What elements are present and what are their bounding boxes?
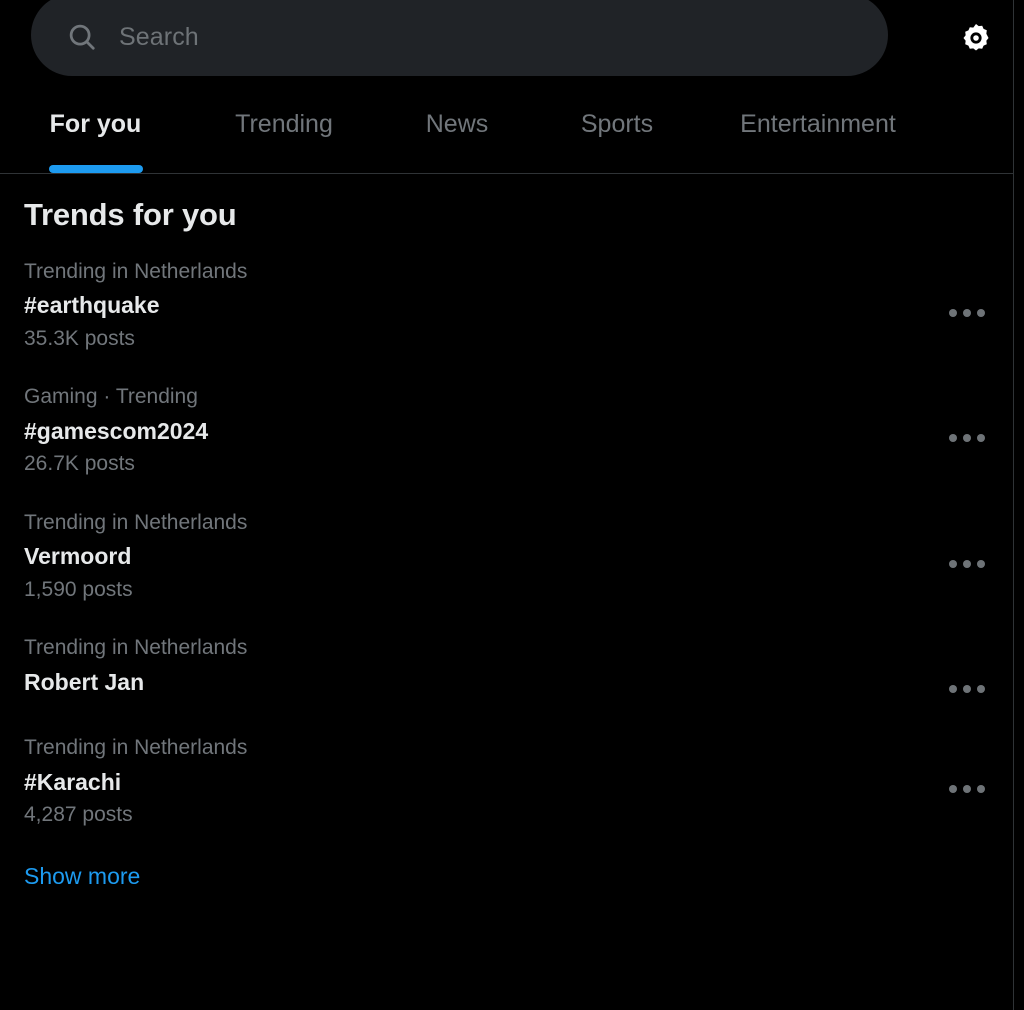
gear-icon [963, 24, 989, 51]
more-dot [977, 434, 985, 443]
more-dot [977, 685, 985, 694]
tab-label: Entertainment [740, 110, 896, 138]
more-horizontal-icon[interactable] [941, 412, 993, 464]
more-dot [949, 559, 957, 568]
more-horizontal-icon[interactable] [941, 663, 993, 715]
tab-label: Sports [580, 110, 654, 138]
trend-name: #Karachi [24, 768, 122, 795]
trend-row[interactable]: Gaming · Trending #gamescom2024 26.7K post… [0, 368, 1013, 493]
trend-context: Trending in Netherlands [24, 510, 248, 534]
tab-sports[interactable]: Sports [537, 94, 697, 173]
trend-post-count: 35.3K posts [24, 326, 135, 350]
tab-label: For you [49, 110, 142, 138]
tab-for-you[interactable]: For you [0, 94, 191, 173]
show-more-link[interactable]: Show more [0, 845, 164, 910]
trend-context: Gaming · Trending [24, 385, 198, 409]
search-header: Search [0, 0, 1013, 94]
trend-context: Trending in Netherlands [24, 260, 248, 283]
trend-name: #earthquake [24, 292, 160, 319]
more-dot [977, 559, 985, 568]
more-dot [977, 309, 985, 317]
search-input[interactable]: Search [31, 0, 888, 76]
trend-row[interactable]: Trending in Netherlands #earthquake 35.3K … [0, 243, 1013, 368]
trend-post-count: 4,287 posts [24, 803, 133, 827]
more-dot [949, 785, 957, 794]
more-dot [977, 785, 985, 794]
search-placeholder-text: Search [119, 22, 199, 51]
trends-section: Trends for you Trending in Netherlands #e… [0, 175, 1013, 910]
trend-row[interactable]: Trending in Netherlands #Karachi 4,287 pos… [0, 719, 1013, 844]
trend-post-count: 26.7K posts [24, 452, 135, 476]
more-dot [949, 309, 957, 317]
more-dot [949, 434, 957, 443]
trend-name: Robert Jan [24, 668, 145, 695]
settings-button[interactable] [950, 12, 1002, 64]
more-dot [963, 785, 971, 794]
trend-context: Trending in Netherlands [24, 636, 248, 660]
more-dot [963, 434, 971, 443]
trend-row[interactable]: Trending in Netherlands Robert Jan [0, 619, 1013, 719]
trend-name: #gamescom2024 [24, 417, 209, 444]
search-icon [69, 24, 95, 50]
tab-entertainment[interactable]: Entertainment [697, 94, 939, 173]
more-horizontal-icon[interactable] [941, 287, 993, 339]
trends-screen: Search For you Trending News Sports Entertai… [0, 0, 1024, 1010]
more-dot [963, 559, 971, 568]
tab-active-indicator [48, 165, 143, 173]
column-right-border [1013, 0, 1014, 1010]
trend-post-count: 1,590 posts [24, 577, 133, 601]
trend-row[interactable]: Trending in Netherlands Vermoord 1,590 pos… [0, 494, 1013, 619]
page-title: Trends for you [24, 197, 237, 232]
tab-bar: For you Trending News Sports Entertainment [0, 94, 1013, 174]
more-dot [949, 685, 957, 694]
tab-news[interactable]: News [377, 94, 537, 173]
trend-context: Trending in Netherlands [24, 736, 248, 760]
more-dot [963, 685, 971, 694]
more-horizontal-icon[interactable] [941, 763, 993, 815]
tab-trending[interactable]: Trending [191, 94, 377, 173]
trend-list: Trending in Netherlands #earthquake 35.3K … [0, 243, 1013, 845]
trend-name: Vermoord [24, 543, 132, 570]
tab-label: Trending [235, 110, 333, 138]
more-dot [963, 309, 971, 317]
tab-label: News [425, 110, 489, 138]
more-horizontal-icon[interactable] [941, 538, 993, 590]
